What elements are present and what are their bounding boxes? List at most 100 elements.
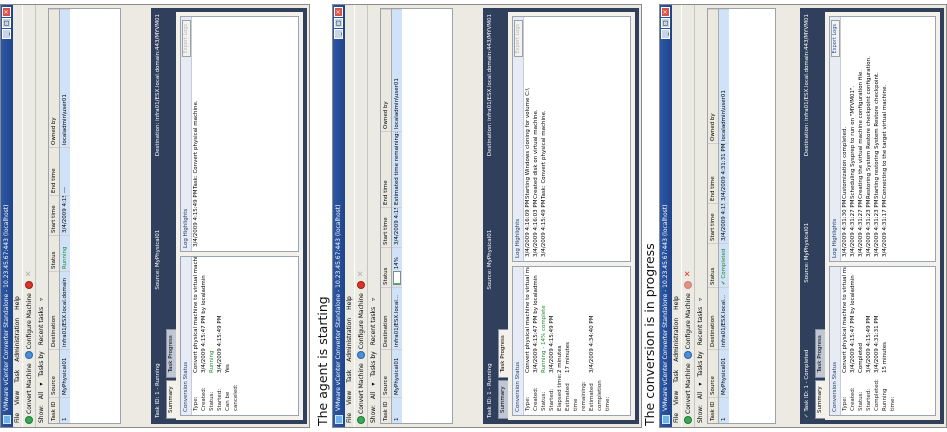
minimize-button[interactable]: _	[661, 29, 670, 39]
log-entry: 3/4/2009 4:31:23 PM Starting restoring Sy…	[874, 72, 880, 257]
delete-icon[interactable]: ✕	[24, 270, 33, 277]
menu-help[interactable]: Help	[13, 296, 22, 310]
col-end-time[interactable]: End time	[381, 131, 391, 207]
tasks-filter-dropdown[interactable]: Recent tasks	[38, 307, 45, 345]
converter-window: VMware vCenter Converter Standalone - 10…	[0, 4, 310, 428]
close-button[interactable]: ×	[2, 7, 11, 17]
export-logs-button[interactable]: Export Logs	[514, 20, 523, 58]
stop-icon[interactable]	[25, 281, 33, 290]
configure-icon	[684, 351, 692, 360]
col-status[interactable]: Status	[49, 235, 59, 271]
col-start-time[interactable]: Start time	[49, 195, 59, 235]
menu-administration[interactable]: Administration	[345, 318, 354, 362]
tab-task-progress[interactable]: Task Progress	[166, 329, 176, 379]
detail-source: Source: MyPhysical01	[804, 222, 810, 283]
screenshot-panel-1: VMware vCenter Converter Standalone - 10…	[0, 0, 310, 432]
filter-icon: ▾	[370, 382, 377, 386]
maximize-button[interactable]: □	[334, 18, 343, 28]
col-owned-by[interactable]: Owned by	[49, 9, 59, 147]
status-completed: Completed	[721, 248, 727, 279]
delete-icon[interactable]: ✕	[356, 270, 365, 277]
conversion-status-box: Conversion Status Type: Convert physical …	[829, 266, 936, 416]
log-highlights-box: Log Highlights Export Logs 3/4/2009 4:16:…	[512, 16, 631, 262]
menu-task[interactable]: Task	[672, 370, 681, 383]
col-owned-by[interactable]: Owned by	[381, 9, 391, 131]
convert-machine-button[interactable]: Convert Machine	[25, 363, 33, 424]
menu-file[interactable]: File	[13, 413, 22, 423]
col-destination[interactable]: Destination	[381, 287, 391, 349]
maximize-button[interactable]: □	[661, 18, 670, 28]
progress-fill	[393, 282, 400, 284]
col-start-time[interactable]: Start time	[381, 207, 391, 247]
menu-view[interactable]: View	[345, 391, 354, 405]
col-status[interactable]: Status	[381, 247, 391, 287]
stop-icon[interactable]	[684, 281, 692, 290]
task-id-status: Task ID: 1 - Running	[487, 363, 493, 418]
configure-machine-button[interactable]: Configure Machine	[25, 293, 33, 360]
show-dropdown[interactable]: All	[697, 392, 704, 399]
title-bar: VMware vCenter Converter Standalone - 10…	[1, 5, 13, 427]
stop-icon[interactable]	[357, 281, 365, 290]
menu-help[interactable]: Help	[672, 296, 681, 310]
close-button[interactable]: ×	[661, 7, 670, 17]
col-task-id[interactable]: Task ID	[708, 397, 718, 423]
table-row[interactable]: 1 MyPhysical01 infra01/ESX.local... ✔ Co…	[719, 9, 729, 423]
task-detail-pane: Task ID: 1 - Running Source: MyPhysical0…	[483, 8, 639, 424]
table-row[interactable]: 1 MyPhysical01 infra01/ESX.local... 14% …	[392, 9, 402, 423]
screenshot-panel-2: The agent is starting VMware vCenter Con…	[312, 0, 642, 432]
convert-machine-button[interactable]: Convert Machine	[684, 363, 692, 424]
detail-destination: Destination: infra01/ESX.local.domain:44…	[155, 14, 161, 157]
col-destination[interactable]: Destination	[49, 271, 59, 349]
tab-task-progress[interactable]: Task Progress	[815, 329, 825, 379]
col-source[interactable]: Source	[49, 349, 59, 397]
menu-view[interactable]: View	[13, 391, 22, 405]
toolbar: Convert Machine Configure Machine ✕	[22, 5, 36, 427]
check-icon: ✔	[721, 280, 727, 285]
menu-task[interactable]: Task	[13, 370, 22, 383]
menu-administration[interactable]: Administration	[672, 318, 681, 362]
tab-summary[interactable]: Summary	[166, 380, 176, 419]
col-start-time[interactable]: Start time	[708, 203, 718, 243]
col-task-id[interactable]: Task ID	[381, 397, 391, 423]
delete-icon[interactable]: ✕	[683, 270, 692, 277]
table-row[interactable]: 1 MyPhysical01 infra01/ESX.local.domain …	[60, 9, 70, 423]
menu-file[interactable]: File	[672, 413, 681, 423]
log-highlights-box: Log Highlights Export Logs 3/4/2009 4:31:…	[829, 16, 936, 262]
progress-percent: 14%	[394, 257, 400, 270]
col-source[interactable]: Source	[708, 349, 718, 397]
rotated-document: VMware vCenter Converter Standalone - 10…	[0, 0, 947, 432]
maximize-button[interactable]: □	[2, 18, 11, 28]
col-owned-by[interactable]: Owned by	[708, 9, 718, 143]
menu-file[interactable]: File	[345, 413, 354, 423]
menu-administration[interactable]: Administration	[13, 318, 22, 362]
configure-machine-button[interactable]: Configure Machine	[684, 293, 692, 360]
window-title: VMware vCenter Converter Standalone - 10…	[3, 204, 10, 411]
menu-task[interactable]: Task	[345, 370, 354, 383]
tab-summary[interactable]: Summary	[815, 380, 825, 419]
menu-help[interactable]: Help	[345, 296, 354, 310]
export-logs-button[interactable]: Export Logs	[831, 20, 840, 58]
detail-source: Source: MyPhysical01	[155, 229, 161, 290]
caption-agent-starting: The agent is starting	[315, 296, 330, 426]
tab-summary[interactable]: Summary	[498, 380, 508, 419]
minimize-button[interactable]: _	[2, 29, 11, 39]
converter-window: VMware vCenter Converter Standalone - 10…	[332, 4, 642, 428]
col-task-id[interactable]: Task ID	[49, 397, 59, 423]
export-logs-button[interactable]: Export Logs	[182, 20, 191, 58]
col-destination[interactable]: Destination	[708, 287, 718, 349]
col-status[interactable]: Status	[708, 243, 718, 287]
col-source[interactable]: Source	[381, 349, 391, 397]
status-running: Running	[60, 235, 70, 271]
col-end-time[interactable]: End time	[708, 143, 718, 203]
show-dropdown[interactable]: All	[370, 392, 377, 399]
configure-machine-button[interactable]: Configure Machine	[357, 293, 365, 360]
tab-task-progress[interactable]: Task Progress	[498, 329, 508, 379]
close-button[interactable]: ×	[334, 7, 343, 17]
menu-view[interactable]: View	[672, 391, 681, 405]
col-end-time[interactable]: End time	[49, 147, 59, 195]
convert-machine-button[interactable]: Convert Machine	[357, 363, 365, 424]
tasks-filter-dropdown[interactable]: Recent tasks	[697, 307, 704, 345]
show-dropdown[interactable]: All	[38, 392, 45, 399]
minimize-button[interactable]: _	[334, 29, 343, 39]
tasks-filter-dropdown[interactable]: Recent tasks	[370, 307, 377, 345]
